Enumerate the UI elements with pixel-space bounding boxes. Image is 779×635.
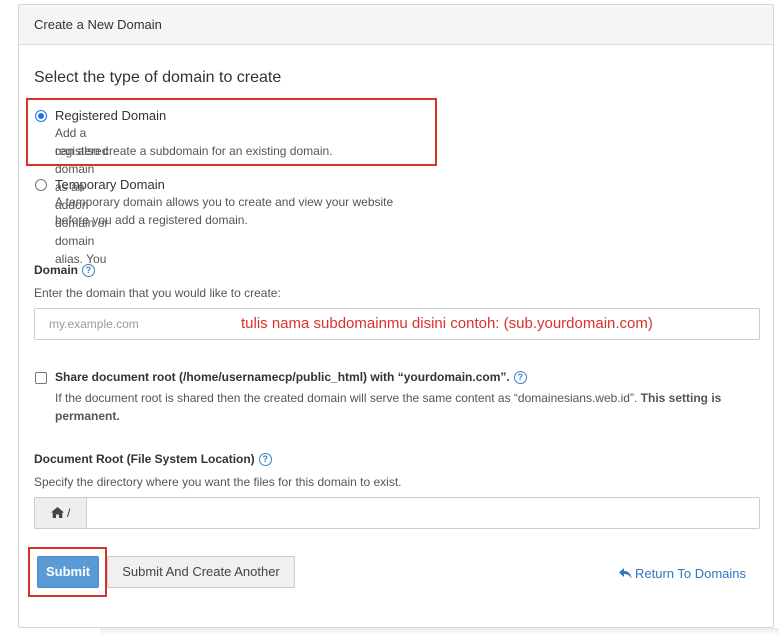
question-circle-icon[interactable]: ? — [82, 264, 96, 277]
create-domain-panel: Create a New Domain Select the type of d… — [18, 4, 774, 628]
domain-annotation: tulis nama subdomainmu disini contoh: (s… — [241, 315, 653, 332]
temporary-domain-desc-1: A temporary domain allows you to create … — [55, 195, 394, 209]
temporary-domain-radio[interactable] — [35, 179, 47, 191]
question-circle-icon[interactable]: ? — [258, 453, 272, 466]
doc-root-label-text: Document Root (File System Location) — [34, 452, 255, 466]
share-doc-root-label-text[interactable]: Share document root (/home/usernamecp/pu… — [55, 370, 510, 384]
submit-button[interactable]: Submit — [37, 556, 99, 588]
temporary-domain-desc-2: before you add a registered domain. — [55, 213, 248, 227]
share-doc-root-desc: If the document root is shared then the … — [55, 389, 755, 425]
registered-domain-desc-2: can also create a subdomain for an exist… — [55, 144, 333, 158]
domain-help-text: Enter the domain that you would like to … — [34, 286, 281, 300]
temporary-domain-label[interactable]: Temporary Domain — [55, 177, 165, 192]
share-doc-root-desc-text: If the document root is shared then the … — [55, 391, 638, 405]
panel-title: Create a New Domain — [19, 5, 773, 45]
reply-arrow-icon — [619, 568, 632, 579]
domain-input[interactable]: my.example.com tulis nama subdomainmu di… — [34, 308, 760, 340]
question-circle-icon[interactable]: ? — [513, 371, 527, 384]
domain-input-placeholder: my.example.com — [49, 317, 139, 331]
doc-root-help-text: Specify the directory where you want the… — [34, 475, 402, 489]
domain-label: Domain? — [34, 263, 96, 277]
doc-root-label: Document Root (File System Location)? — [34, 452, 272, 466]
doc-root-input[interactable]: / — [34, 497, 760, 529]
return-to-domains-link[interactable]: Return To Domains — [619, 566, 746, 581]
share-doc-root-label[interactable]: Share document root (/home/usernamecp/pu… — [55, 370, 527, 384]
domain-label-text: Domain — [34, 263, 79, 277]
home-icon — [50, 507, 64, 518]
share-doc-root-checkbox[interactable] — [35, 372, 47, 384]
bottom-shadow — [100, 628, 779, 635]
submit-and-create-another-button[interactable]: Submit And Create Another — [107, 556, 295, 588]
domain-type-heading: Select the type of domain to create — [34, 69, 282, 86]
doc-root-prefix: / — [35, 498, 87, 528]
registered-domain-radio[interactable] — [35, 110, 47, 122]
doc-root-prefix-slash: / — [67, 506, 71, 520]
return-to-domains-text[interactable]: Return To Domains — [635, 566, 746, 581]
registered-domain-label[interactable]: Registered Domain — [55, 108, 166, 123]
